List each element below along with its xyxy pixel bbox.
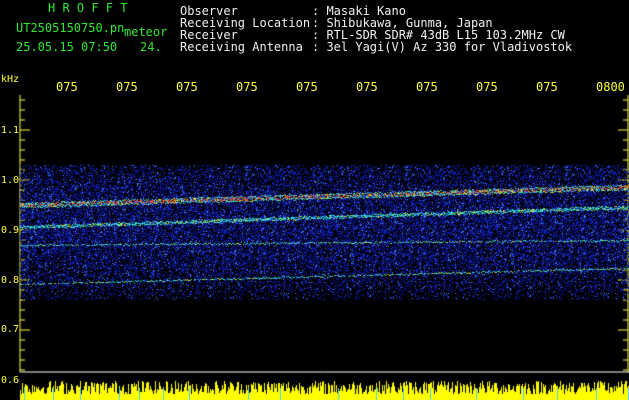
mode-label: meteor <box>124 25 168 39</box>
count-value: 24. <box>140 40 162 54</box>
y-tick-label: 0.7 <box>1 324 20 335</box>
y-tick-label: 0.8 <box>1 275 20 286</box>
time-tick-label: 075 <box>56 80 78 94</box>
time-tick-label: 075 <box>116 80 138 94</box>
y-tick-label: 1.1 <box>1 125 20 136</box>
time-tick-label: 075 <box>236 80 258 94</box>
time-tick-label: 075 <box>296 80 318 94</box>
time-tick-label: 075 <box>176 80 198 94</box>
y-tick-label: 1.0 <box>1 175 20 186</box>
image-filename: UT2505150750.pn <box>16 21 125 35</box>
y-tick-label: 0.9 <box>1 225 20 236</box>
time-tick-label: 075 <box>356 80 378 94</box>
antenna-label: Receiving Antenna <box>180 40 303 54</box>
date-time: 25.05.15 07:50 <box>16 40 118 54</box>
app-title: H R O F F T <box>48 1 128 15</box>
time-tick-label: 0800 <box>596 80 625 94</box>
time-tick-label: 075 <box>536 80 558 94</box>
time-tick-label: 075 <box>416 80 438 94</box>
y-tick-label: 0.6 <box>1 375 20 386</box>
spectrogram-display <box>0 0 629 400</box>
y-axis-unit: kHz <box>1 74 20 85</box>
antenna-value: : 3el Yagi(V) Az 330 for Vladivostok <box>312 40 573 54</box>
time-tick-label: 075 <box>476 80 498 94</box>
